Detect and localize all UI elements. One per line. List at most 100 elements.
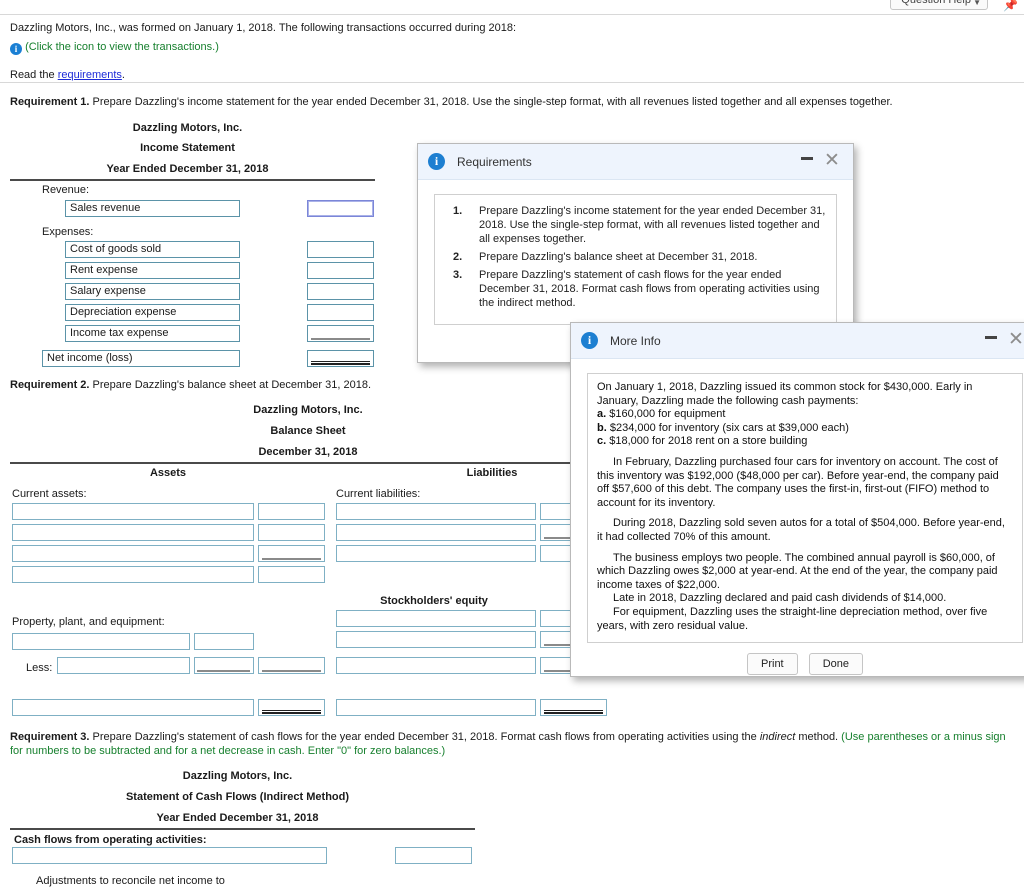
equity-row-label-1[interactable]	[336, 610, 536, 627]
cash-flows-title: Statement of Cash Flows (Indirect Method…	[125, 791, 350, 803]
minimize-icon[interactable]	[985, 336, 997, 339]
asset-row-amount-2[interactable]	[258, 524, 325, 541]
list-item: 3. Prepare Dazzling's statement of cash …	[445, 268, 826, 310]
income-row-label-sales-revenue[interactable]: Sales revenue	[65, 200, 240, 217]
question-help-label: Question Help	[901, 0, 971, 6]
list-item: 1. Prepare Dazzling's income statement f…	[445, 204, 826, 246]
done-button[interactable]: Done	[808, 653, 863, 676]
question-help-button[interactable]: Question Help ▼	[890, 0, 988, 10]
more-info-para-5: Late in 2018, Dazzling declared and paid…	[613, 592, 947, 605]
income-row-label-income-tax[interactable]: Income tax expense	[65, 325, 240, 342]
balance-sheet-company: Dazzling Motors, Inc.	[253, 404, 363, 416]
cash-flow-row-amount-1[interactable]	[395, 847, 472, 864]
liability-row-label-1[interactable]	[336, 503, 536, 520]
income-row-amount-sales-revenue[interactable]	[307, 200, 374, 217]
ppe-row-label-1[interactable]	[12, 633, 190, 650]
requirement-1-heading: Requirement 1. Prepare Dazzling's income…	[10, 95, 1014, 109]
bullet-text-a: $160,000 for equipment	[606, 408, 726, 421]
pin-icon[interactable]: 📌	[1003, 0, 1018, 12]
asset-row-amount-4[interactable]	[258, 566, 325, 583]
more-info-para-4: The business employs two people. The com…	[597, 551, 998, 591]
liability-row-label-3[interactable]	[336, 545, 536, 562]
info-icon[interactable]: i	[10, 43, 22, 55]
more-info-bullet-b: b. $234,000 for inventory (six cars at $…	[597, 422, 1013, 436]
income-row-amount-depreciation[interactable]	[307, 304, 374, 321]
asset-row-label-2[interactable]	[12, 524, 254, 541]
more-info-bullet-a: a. $160,000 for equipment	[597, 408, 1013, 422]
requirements-link[interactable]: requirements	[58, 69, 122, 81]
asset-row-label-1[interactable]	[12, 503, 254, 520]
chevron-down-icon: ▼	[973, 0, 981, 7]
cash-flow-row-label-1[interactable]	[12, 847, 327, 864]
toolbar-divider	[0, 14, 1024, 15]
less-label: Less:	[26, 662, 53, 674]
more-info-para-2: In February, Dazzling purchased four car…	[597, 455, 999, 509]
cash-flows-period: Year Ended December 31, 2018	[156, 812, 319, 824]
total-assets-rule	[262, 710, 321, 714]
income-row-label-cogs[interactable]: Cost of goods sold	[65, 241, 240, 258]
income-subtotal-rule	[311, 338, 370, 340]
ppe-less-label[interactable]	[57, 657, 190, 674]
income-row-amount-cogs[interactable]	[307, 241, 374, 258]
requirements-list: 1. Prepare Dazzling's income statement f…	[445, 204, 826, 310]
requirements-panel: 1. Prepare Dazzling's income statement f…	[434, 194, 837, 325]
income-total-rule	[311, 361, 370, 365]
bullet-key-c: c.	[597, 435, 607, 448]
cash-flows-company: Dazzling Motors, Inc.	[182, 770, 293, 782]
requirement-3-text-a: Prepare Dazzling's statement of cash flo…	[89, 731, 760, 743]
close-icon[interactable]: ✕	[823, 151, 841, 170]
balance-sheet-period: December 31, 2018	[258, 446, 358, 458]
current-assets-label: Current assets:	[12, 488, 87, 500]
requirement-item-text: Prepare Dazzling's income statement for …	[479, 205, 826, 245]
requirements-dialog-header: i Requirements ✕	[418, 144, 853, 180]
equity-row-label-3[interactable]	[336, 657, 536, 674]
asset-subtotal-rule	[262, 558, 321, 560]
requirement-1-label: Requirement 1.	[10, 96, 90, 108]
page-root: Question Help ▼ 📌 Dazzling Motors, Inc.,…	[0, 0, 1024, 895]
total-assets-label[interactable]	[12, 699, 254, 716]
asset-row-amount-1[interactable]	[258, 503, 325, 520]
more-info-para-6: For equipment, Dazzling uses the straigh…	[597, 605, 988, 632]
intro-divider	[0, 82, 1024, 83]
income-row-label-depreciation[interactable]: Depreciation expense	[65, 304, 240, 321]
equity-row-label-2[interactable]	[336, 631, 536, 648]
current-liabilities-label: Current liabilities:	[336, 488, 421, 500]
income-statement-header-rule	[10, 179, 375, 181]
bullet-text-b: $234,000 for inventory (six cars at $39,…	[606, 421, 849, 434]
cash-flows-section-label: Cash flows from operating activities:	[14, 834, 207, 846]
ppe-row-amount-1[interactable]	[194, 633, 254, 650]
print-button[interactable]: Print	[747, 653, 798, 676]
requirement-2-text: Prepare Dazzling's balance sheet at Dece…	[89, 379, 372, 391]
balance-sheet-title: Balance Sheet	[270, 425, 346, 437]
info-icon: i	[428, 153, 445, 170]
stockholders-equity-header: Stockholders' equity	[380, 595, 488, 607]
total-liabilities-equity-label[interactable]	[336, 699, 536, 716]
asset-row-label-3[interactable]	[12, 545, 254, 562]
minimize-icon[interactable]	[801, 157, 813, 160]
income-row-label-rent[interactable]: Rent expense	[65, 262, 240, 279]
requirement-1-text: Prepare Dazzling's income statement for …	[89, 96, 893, 108]
income-row-label-net-income[interactable]: Net income (loss)	[42, 350, 240, 367]
income-statement-period: Year Ended December 31, 2018	[106, 163, 269, 175]
more-info-dialog-header: i More Info ✕	[571, 323, 1024, 359]
list-item: 2. Prepare Dazzling's balance sheet at D…	[445, 250, 826, 264]
read-suffix: .	[121, 69, 125, 81]
cash-flows-adjustments-label: Adjustments to reconcile net income to	[36, 875, 225, 887]
income-statement-company: Dazzling Motors, Inc.	[132, 122, 243, 134]
read-requirements-row: Read the requirements.	[10, 68, 1010, 82]
asset-row-label-4[interactable]	[12, 566, 254, 583]
requirement-3-heading: Requirement 3. Prepare Dazzling's statem…	[10, 730, 1010, 758]
more-info-dialog-actions: Print Done	[571, 643, 1024, 687]
income-row-label-salary[interactable]: Salary expense	[65, 283, 240, 300]
more-info-dialog-title: More Info	[610, 333, 661, 348]
income-row-amount-rent[interactable]	[307, 262, 374, 279]
requirements-dialog-body: 1. Prepare Dazzling's income statement f…	[418, 180, 853, 339]
ppe-less-rule	[197, 670, 250, 672]
liability-row-label-2[interactable]	[336, 524, 536, 541]
requirement-3-text-b: method.	[795, 731, 842, 743]
requirement-item-number: 1.	[453, 205, 463, 217]
close-icon[interactable]: ✕	[1007, 330, 1024, 349]
requirement-item-text: Prepare Dazzling's balance sheet at Dece…	[479, 251, 758, 263]
income-statement-title: Income Statement	[140, 142, 235, 154]
income-row-amount-salary[interactable]	[307, 283, 374, 300]
